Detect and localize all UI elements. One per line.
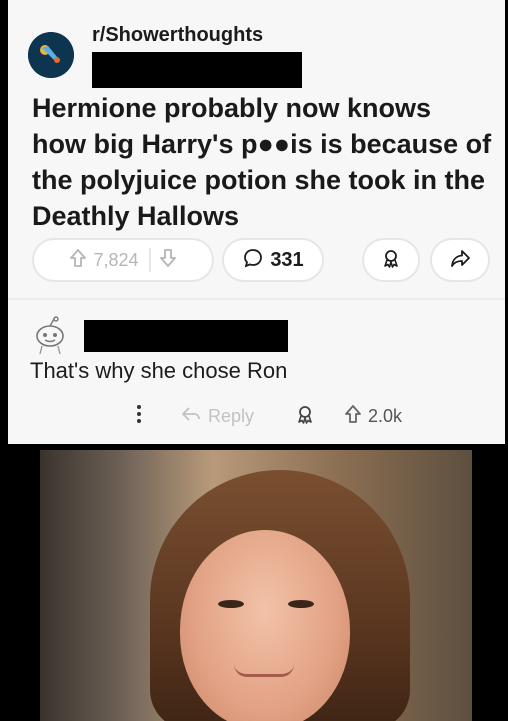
post-action-bar: 7,824 331	[32, 238, 490, 286]
vote-divider	[148, 248, 151, 272]
redacted-commenter	[84, 320, 288, 352]
upvote-count: 7,824	[93, 249, 139, 270]
reddit-post-card: r/Showerthoughts Hermione probably now k…	[8, 0, 505, 444]
comment-body: That's why she chose Ron	[30, 358, 288, 383]
reply-button[interactable]: Reply	[208, 406, 254, 427]
reply-arrow-icon[interactable]	[180, 405, 202, 428]
image-smile	[234, 664, 294, 677]
comment-action-bar: Reply 2.0k	[136, 400, 496, 432]
section-divider	[8, 298, 505, 300]
downvote-icon[interactable]	[159, 248, 177, 273]
vertical-dots-icon[interactable]	[136, 403, 142, 430]
comment-score: 2.0k	[368, 405, 403, 426]
post-title[interactable]: Hermione probably now knows how big Harr…	[32, 90, 492, 234]
image-eye-right	[288, 600, 314, 608]
subreddit-name[interactable]: r/Showerthoughts	[92, 24, 263, 47]
award-icon[interactable]	[294, 403, 316, 430]
share-icon	[449, 247, 471, 274]
subreddit-icon[interactable]	[28, 32, 74, 78]
comments-button[interactable]: 331	[222, 238, 324, 282]
speech-bubble-icon	[242, 247, 264, 274]
post-header: r/Showerthoughts	[28, 18, 495, 88]
comment-count: 331	[270, 248, 304, 271]
upvote-icon[interactable]	[69, 248, 87, 273]
award-icon	[380, 247, 402, 274]
arrow-up-icon[interactable]	[344, 404, 362, 429]
image-face	[180, 530, 350, 721]
award-button[interactable]	[362, 238, 420, 282]
snoo-avatar-icon[interactable]	[32, 316, 68, 356]
redacted-author	[92, 52, 302, 88]
vote-pill: 7,824	[32, 238, 214, 282]
reaction-image	[40, 450, 472, 721]
share-button[interactable]	[430, 238, 490, 282]
image-eye-left	[218, 600, 244, 608]
